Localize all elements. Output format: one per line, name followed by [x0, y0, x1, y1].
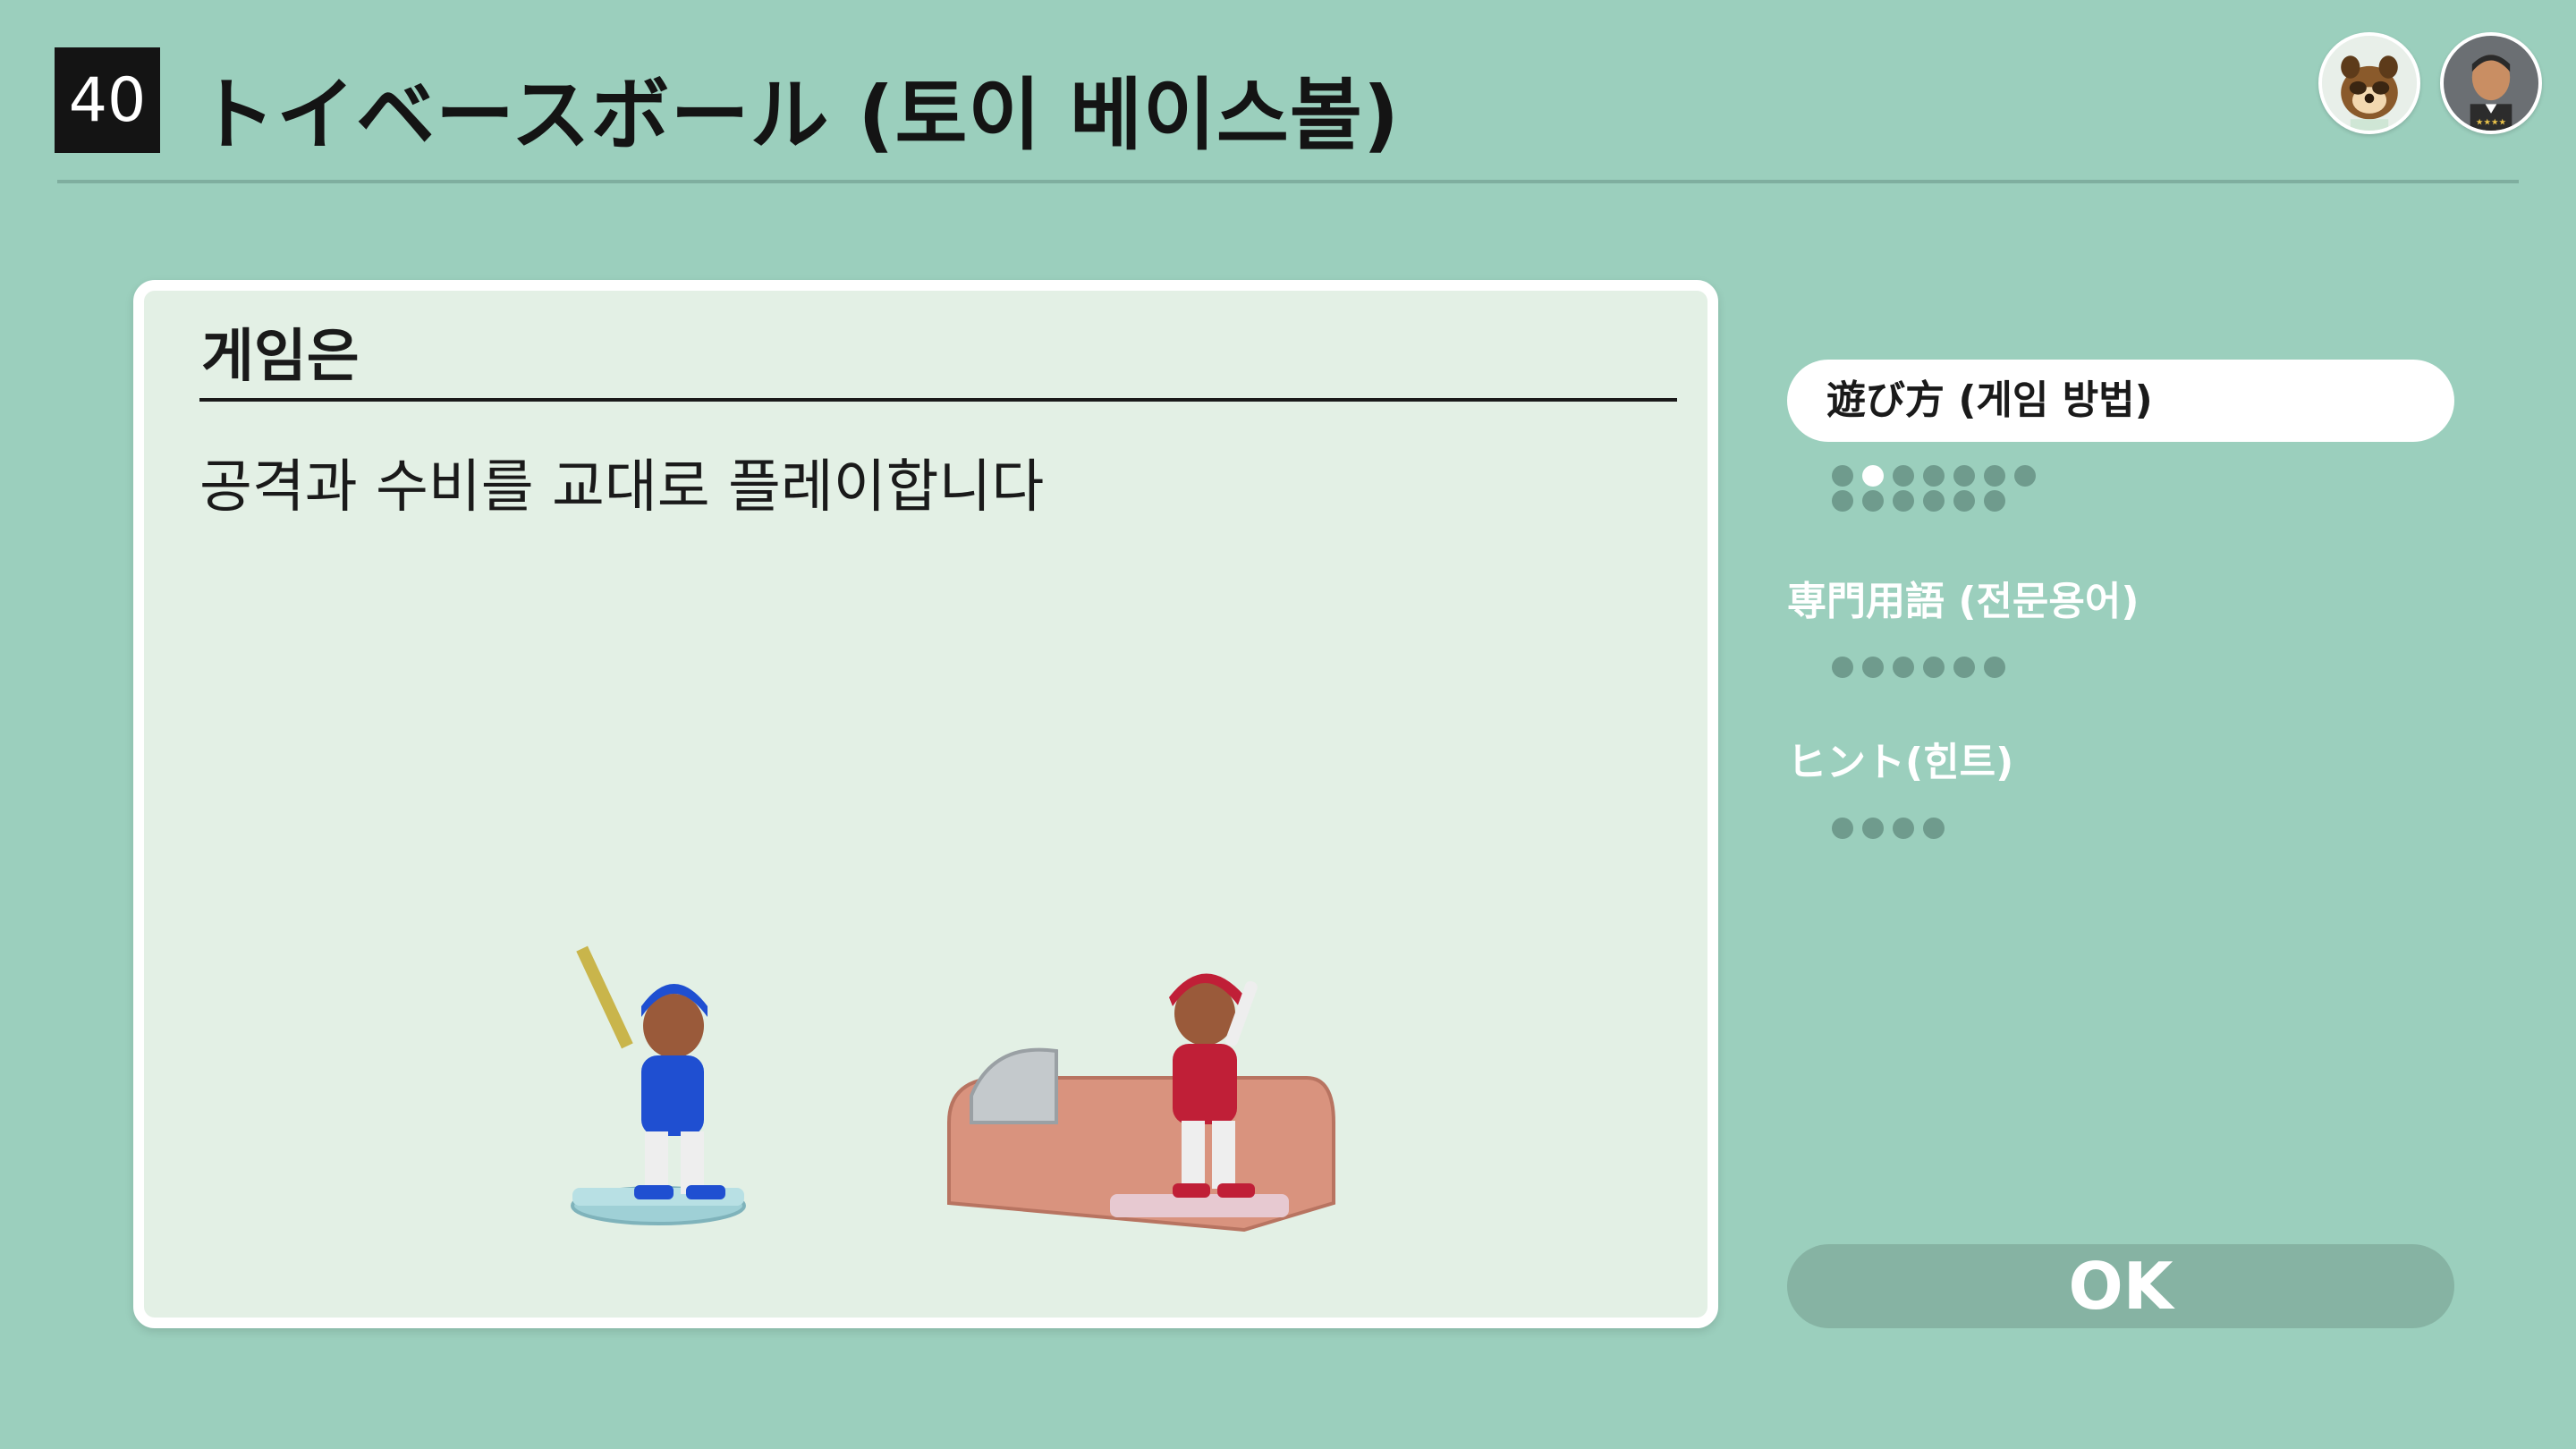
page-indicator-dot — [1953, 490, 1975, 512]
tanuki-character-icon[interactable] — [2318, 32, 2420, 134]
page-indicator-dot — [1832, 490, 1853, 512]
tab-how-to-play-pages — [1832, 465, 2064, 515]
tab-terminology[interactable]: 専門用語 (전문용어) — [1787, 569, 2454, 626]
tab-hints-pages — [1832, 818, 1953, 843]
page-indicator-dot — [1832, 657, 1853, 678]
tab-hints[interactable]: ヒント(힌트) — [1787, 730, 2454, 787]
page-indicator-dot — [1923, 657, 1945, 678]
game-title: トイベースボール (토이 베이스볼) — [197, 69, 1401, 161]
page-indicator-dot — [1984, 657, 2005, 678]
page-indicator-dot — [1893, 818, 1914, 839]
page-indicator-dot — [1893, 657, 1914, 678]
page-indicator-dot — [1862, 818, 1884, 839]
batter-figure — [571, 945, 746, 1225]
page-indicator-dot — [1832, 818, 1853, 839]
pitcher-figure — [947, 973, 1335, 1233]
explanation-card: 게임은 공격과 수비를 교대로 플레이합니다 — [133, 280, 1718, 1328]
tab-how-to-play[interactable]: 遊び方 (게임 방법) — [1787, 360, 2454, 442]
svg-text:★★★★: ★★★★ — [2476, 118, 2506, 128]
page-indicator-dot — [1923, 490, 1945, 512]
page-indicator-dot — [1893, 490, 1914, 512]
page-indicator-dot — [1984, 465, 2005, 487]
page-indicator-dot — [1893, 465, 1914, 487]
page-indicator-dot — [1923, 818, 1945, 839]
page-indicator-dot — [1953, 465, 1975, 487]
page-indicator-dot — [1862, 465, 1884, 487]
ok-button[interactable]: OK — [1787, 1244, 2454, 1328]
page-indicator-dot — [1832, 465, 1853, 487]
page-indicator-dot — [1923, 465, 1945, 487]
page-indicator-dot — [2014, 465, 2036, 487]
page-indicator-dot — [1862, 490, 1884, 512]
game-number-badge: 40 — [55, 47, 160, 153]
page-indicator-dot — [1862, 657, 1884, 678]
page-indicator-dot — [1984, 490, 2005, 512]
player-mii-icon[interactable]: ★★★★ — [2440, 32, 2542, 134]
header-divider — [57, 180, 2519, 183]
game-illustration — [571, 945, 1335, 1233]
page-indicator-dot — [1953, 657, 1975, 678]
tab-terminology-pages — [1832, 657, 2014, 682]
